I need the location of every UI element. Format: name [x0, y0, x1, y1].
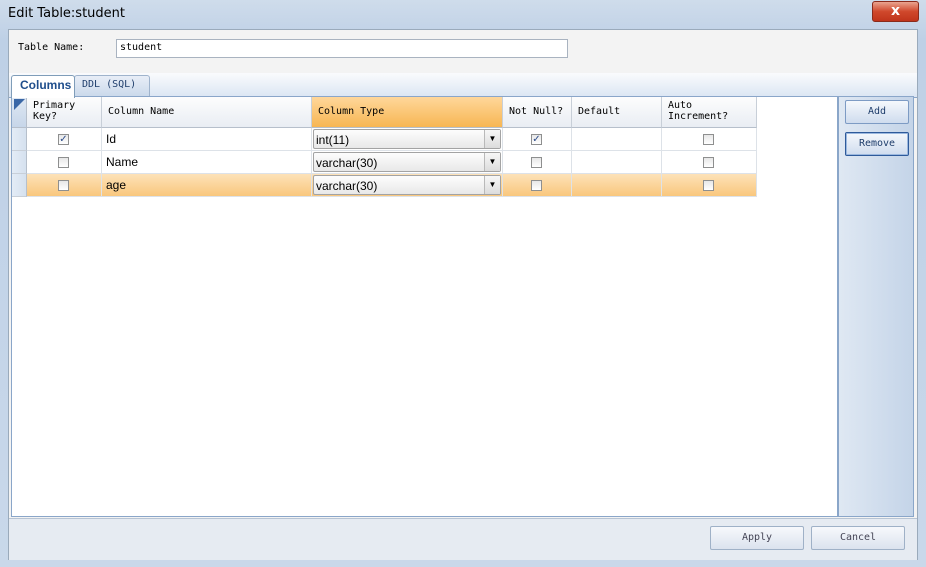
default-cell[interactable]: [572, 151, 662, 174]
column-type-cell[interactable]: int(11) ▼: [312, 128, 503, 151]
column-name-text: Name: [106, 155, 139, 169]
dropdown-arrow-icon[interactable]: ▼: [484, 130, 500, 148]
side-panel: [838, 96, 914, 517]
row-header[interactable]: [12, 151, 27, 174]
close-button[interactable]: x: [872, 1, 919, 22]
header-default[interactable]: Default: [572, 97, 662, 128]
header-primary-key[interactable]: Primary Key?: [27, 97, 102, 128]
tab-columns[interactable]: Columns: [11, 75, 75, 98]
column-type-value: varchar(30): [316, 156, 378, 170]
window-title: Edit Table:student: [8, 6, 125, 21]
column-type-select[interactable]: int(11) ▼: [313, 129, 501, 149]
table-name-label: Table Name:: [18, 42, 85, 53]
select-all-icon: [14, 99, 25, 110]
not-null-checkbox[interactable]: [531, 157, 542, 168]
cancel-button[interactable]: Cancel: [811, 526, 905, 550]
column-name-cell[interactable]: age: [102, 174, 312, 197]
not-null-cell[interactable]: [503, 174, 572, 197]
default-cell[interactable]: [572, 174, 662, 197]
column-name-text: Id: [106, 132, 117, 146]
title-bar[interactable]: Edit Table:student x: [0, 0, 926, 28]
primary-key-cell[interactable]: [27, 151, 102, 174]
primary-key-checkbox[interactable]: [58, 157, 69, 168]
auto-increment-cell[interactable]: [662, 151, 757, 174]
not-null-cell[interactable]: [503, 151, 572, 174]
primary-key-cell[interactable]: ✓: [27, 128, 102, 151]
not-null-cell[interactable]: ✓: [503, 128, 572, 151]
apply-button[interactable]: Apply: [710, 526, 804, 550]
column-type-value: varchar(30): [316, 179, 378, 193]
column-type-value: int(11): [316, 133, 350, 147]
primary-key-checkbox[interactable]: [58, 180, 69, 191]
dropdown-arrow-icon[interactable]: ▼: [484, 153, 500, 171]
row-header[interactable]: [12, 128, 27, 151]
table-name-input[interactable]: student: [116, 39, 568, 58]
column-name-cell[interactable]: Name: [102, 151, 312, 174]
column-type-select[interactable]: varchar(30) ▼: [313, 175, 501, 195]
auto-increment-cell[interactable]: [662, 174, 757, 197]
not-null-checkbox[interactable]: [531, 180, 542, 191]
auto-increment-checkbox[interactable]: [703, 180, 714, 191]
column-name-cell[interactable]: Id: [102, 128, 312, 151]
primary-key-cell[interactable]: [27, 174, 102, 197]
header-not-null[interactable]: Not Null?: [503, 97, 572, 128]
close-icon: x: [890, 3, 901, 19]
dropdown-arrow-icon[interactable]: ▼: [484, 176, 500, 194]
primary-key-checkbox[interactable]: ✓: [58, 134, 69, 145]
row-header[interactable]: [12, 174, 27, 197]
not-null-checkbox[interactable]: ✓: [531, 134, 542, 145]
remove-button[interactable]: Remove: [845, 132, 909, 156]
column-type-select[interactable]: varchar(30) ▼: [313, 152, 501, 172]
column-type-cell[interactable]: varchar(30) ▼: [312, 151, 503, 174]
column-type-cell[interactable]: varchar(30) ▼: [312, 174, 503, 197]
header-column-type[interactable]: Column Type: [312, 97, 503, 128]
auto-increment-checkbox[interactable]: [703, 157, 714, 168]
column-name-text: age: [106, 178, 127, 192]
auto-increment-checkbox[interactable]: [703, 134, 714, 145]
auto-increment-cell[interactable]: [662, 128, 757, 151]
header-auto-increment[interactable]: Auto Increment?: [662, 97, 757, 128]
add-button[interactable]: Add: [845, 100, 909, 124]
tab-ddl-sql[interactable]: DDL (SQL): [74, 75, 150, 96]
default-cell[interactable]: [572, 128, 662, 151]
header-column-name[interactable]: Column Name: [102, 97, 312, 128]
